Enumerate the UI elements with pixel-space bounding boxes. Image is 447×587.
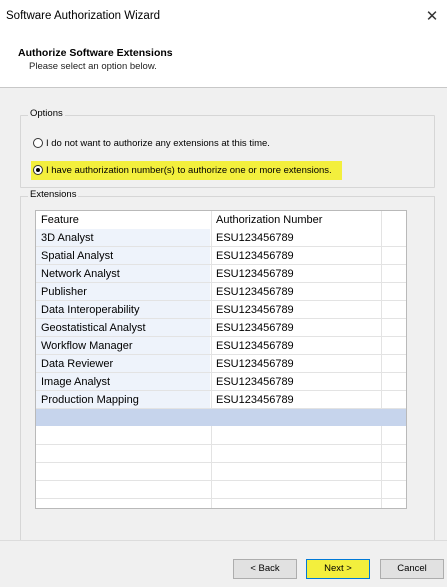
page-subtitle: Please select an option below.	[29, 61, 157, 72]
feature-cell: Geostatistical Analyst	[36, 319, 210, 336]
wizard-header: Authorize Software Extensions Please sel…	[0, 34, 447, 88]
row-divider	[36, 444, 406, 445]
feature-cell: Spatial Analyst	[36, 247, 210, 264]
authorization-cell[interactable]: ESU123456789	[211, 229, 405, 246]
table-row[interactable]: Production Mapping ESU123456789	[36, 391, 406, 409]
title-bar: Software Authorization Wizard ✕	[0, 0, 447, 34]
feature-cell: 3D Analyst	[36, 229, 210, 246]
radio-no-authorize-label: I do not want to authorize any extension…	[46, 137, 270, 149]
feature-cell: Publisher	[36, 283, 210, 300]
row-divider	[36, 462, 406, 463]
table-row[interactable]: 3D Analyst ESU123456789	[36, 229, 406, 247]
radio-have-authorization[interactable]: I have authorization number(s) to author…	[33, 162, 332, 178]
authorization-cell[interactable]: ESU123456789	[211, 391, 405, 408]
page-title: Authorize Software Extensions	[18, 47, 173, 59]
feature-cell: Image Analyst	[36, 373, 210, 390]
authorization-cell[interactable]: ESU123456789	[211, 283, 405, 300]
authorization-cell[interactable]: ESU123456789	[211, 301, 405, 318]
back-button[interactable]: < Back	[233, 559, 297, 579]
new-entry-row[interactable]	[36, 409, 406, 426]
table-row[interactable]: Network Analyst ESU123456789	[36, 265, 406, 283]
window-title: Software Authorization Wizard	[6, 10, 161, 22]
table-row[interactable]: Data Interoperability ESU123456789	[36, 301, 406, 319]
close-icon[interactable]: ✕	[421, 6, 443, 28]
table-row[interactable]: Geostatistical Analyst ESU123456789	[36, 319, 406, 337]
feature-cell: Production Mapping	[36, 391, 210, 408]
extensions-legend: Extensions	[28, 189, 79, 200]
row-divider	[36, 498, 406, 499]
table-row[interactable]: Spatial Analyst ESU123456789	[36, 247, 406, 265]
authorization-cell[interactable]: ESU123456789	[211, 319, 405, 336]
radio-have-authorization-label: I have authorization number(s) to author…	[46, 164, 332, 176]
table-row[interactable]: Data Reviewer ESU123456789	[36, 355, 406, 373]
wizard-footer: < Back Next > Cancel	[0, 540, 447, 587]
authorization-cell[interactable]: ESU123456789	[211, 247, 405, 264]
column-header-authorization[interactable]: Authorization Number	[216, 211, 323, 229]
row-divider	[36, 480, 406, 481]
authorization-cell[interactable]: ESU123456789	[211, 373, 405, 390]
radio-checked-icon[interactable]	[33, 165, 43, 175]
feature-cell: Data Interoperability	[36, 301, 210, 318]
table-row[interactable]: Publisher ESU123456789	[36, 283, 406, 301]
feature-cell: Network Analyst	[36, 265, 210, 282]
feature-cell: Data Reviewer	[36, 355, 210, 372]
options-legend: Options	[28, 108, 65, 119]
cancel-button[interactable]: Cancel	[380, 559, 444, 579]
table-row[interactable]: Workflow Manager ESU123456789	[36, 337, 406, 355]
authorization-cell[interactable]: ESU123456789	[211, 355, 405, 372]
radio-no-authorize[interactable]: I do not want to authorize any extension…	[33, 135, 270, 151]
authorization-cell[interactable]: ESU123456789	[211, 265, 405, 282]
column-header-feature[interactable]: Feature	[41, 211, 79, 229]
radio-unchecked-icon[interactable]	[33, 138, 43, 148]
wizard-body: Options I do not want to authorize any e…	[0, 88, 447, 544]
authorization-cell[interactable]: ESU123456789	[211, 337, 405, 354]
table-row[interactable]: Image Analyst ESU123456789	[36, 373, 406, 391]
extensions-table[interactable]: Feature Authorization Number 3D Analyst E…	[35, 210, 407, 509]
next-button[interactable]: Next >	[306, 559, 370, 579]
feature-cell: Workflow Manager	[36, 337, 210, 354]
